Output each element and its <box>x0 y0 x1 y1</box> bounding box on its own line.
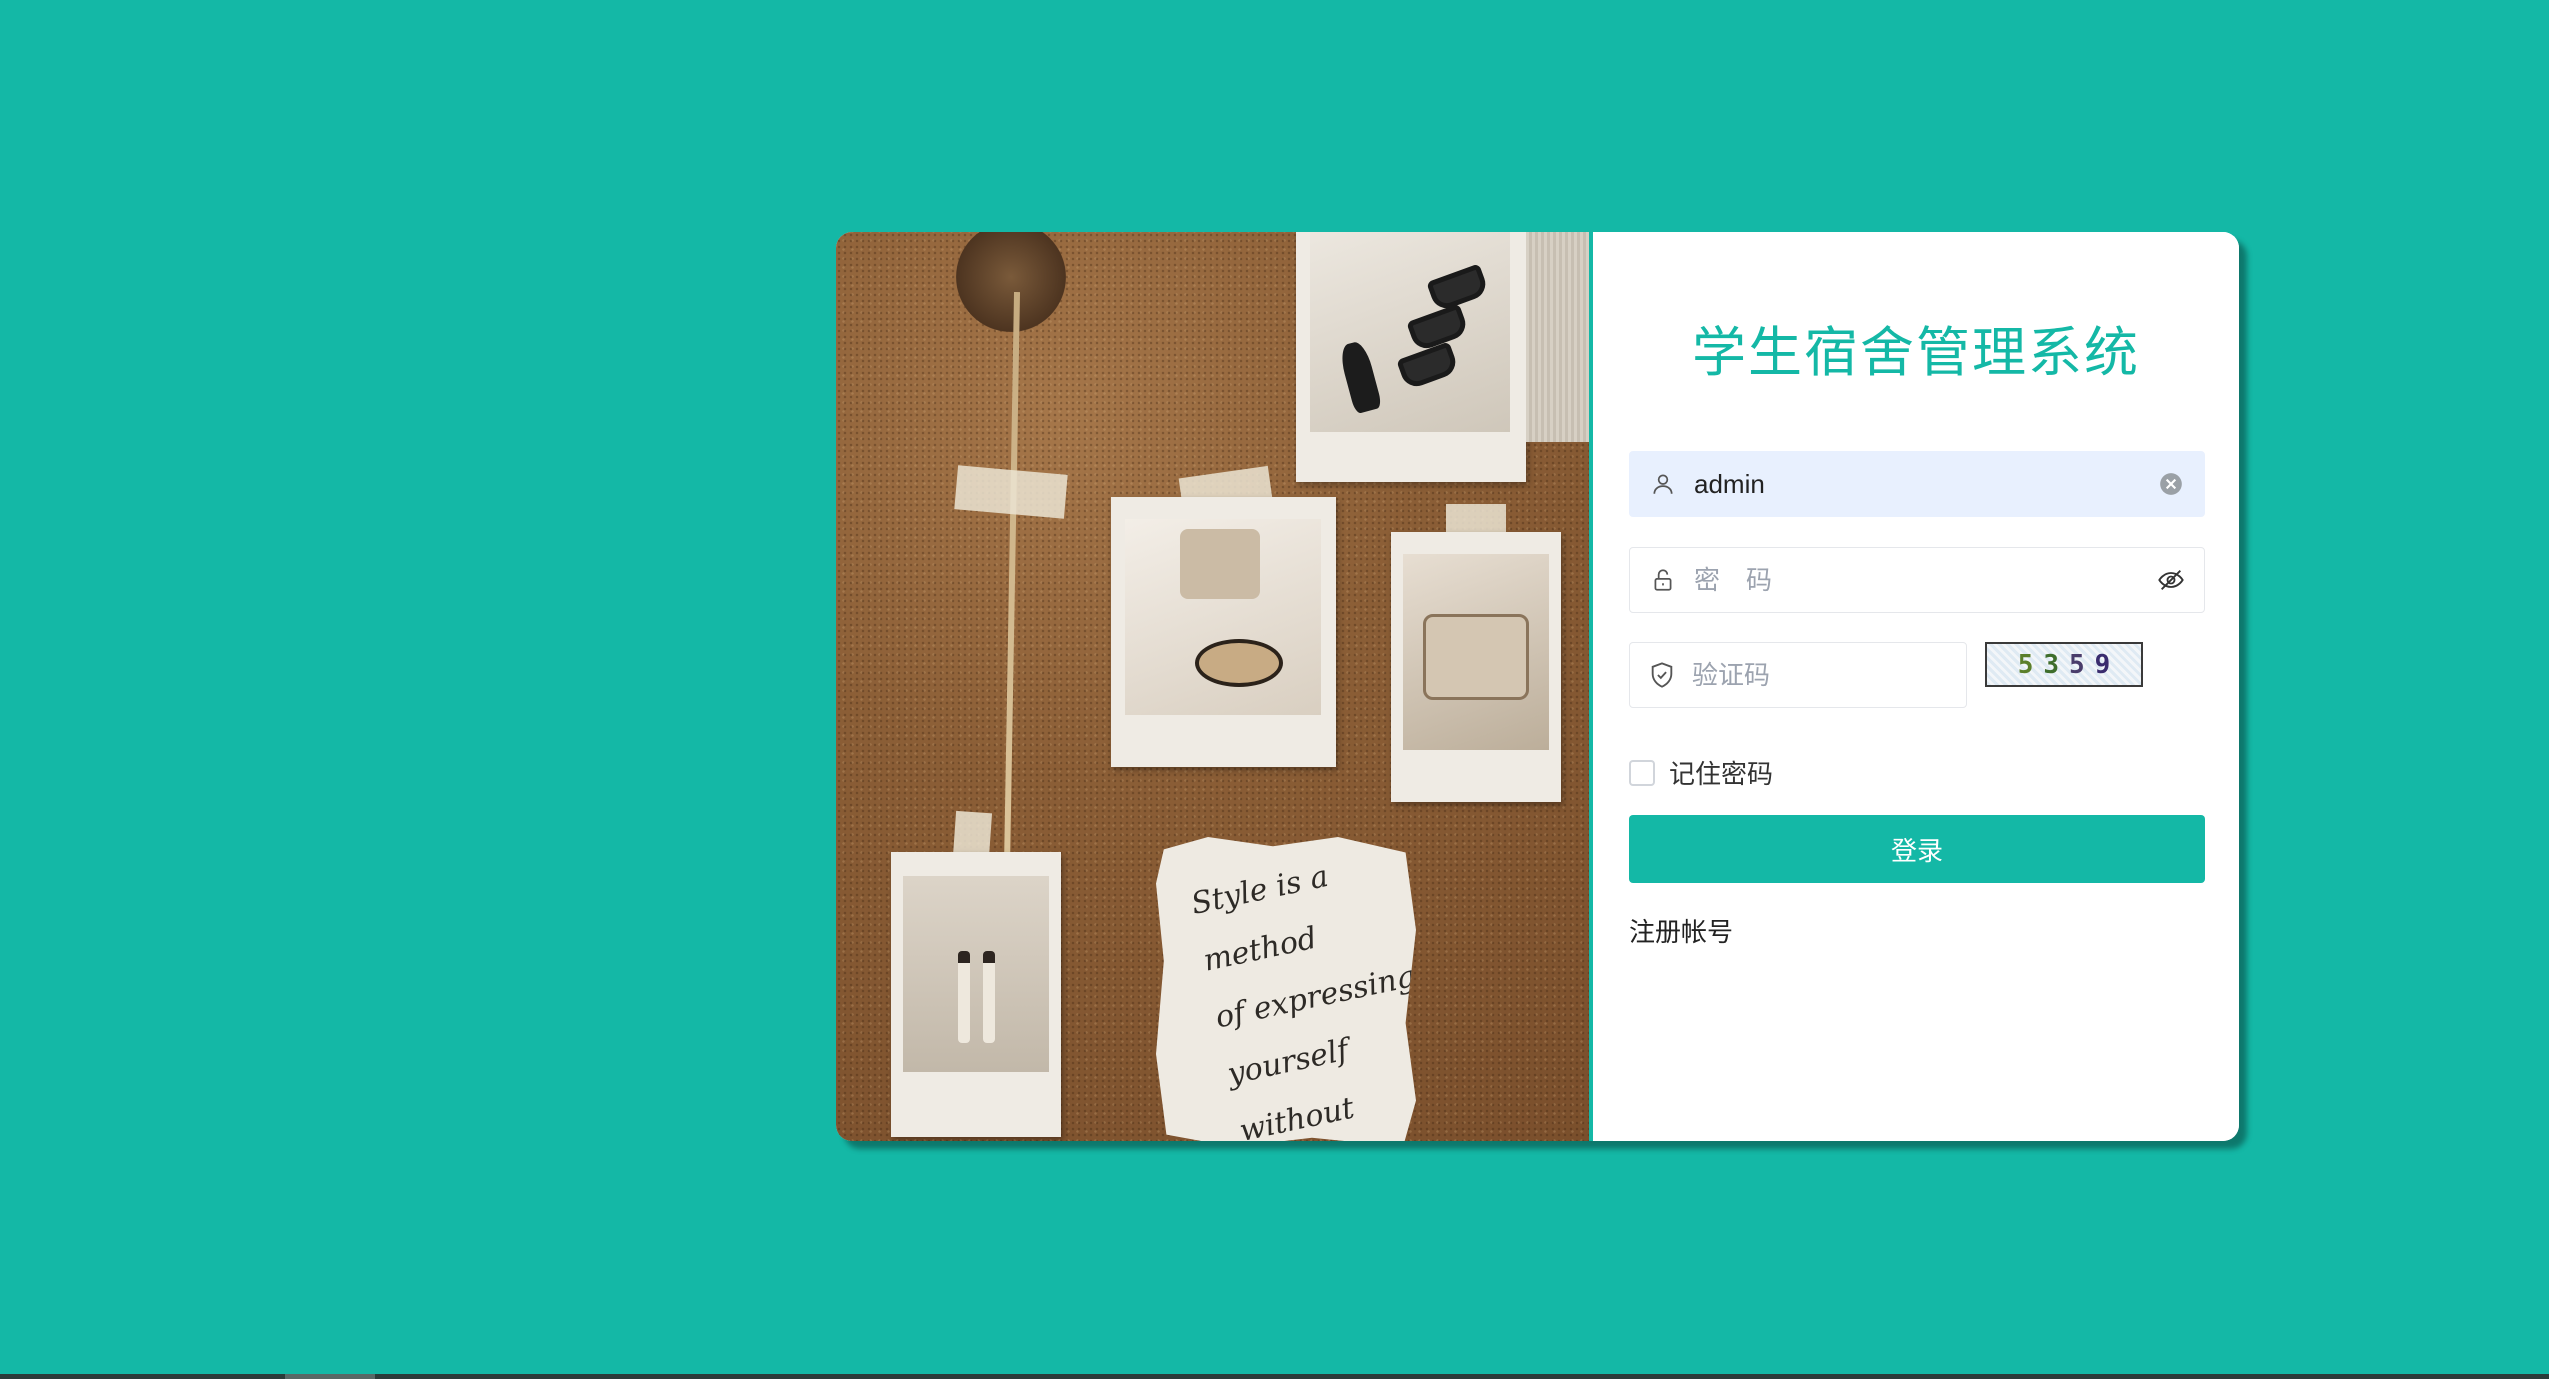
remember-checkbox[interactable] <box>1629 759 1655 786</box>
password-input[interactable] <box>1692 549 2156 611</box>
remember-password[interactable]: 记住密码 <box>1629 754 1773 791</box>
clear-icon[interactable] <box>2156 469 2186 499</box>
polaroid-sunglasses <box>1296 232 1526 482</box>
shield-check-icon <box>1648 660 1676 690</box>
lock-icon <box>1648 565 1678 595</box>
username-input[interactable] <box>1692 453 2156 515</box>
login-card: Style is a method of expressing yourself… <box>836 232 2239 1141</box>
register-link[interactable]: 注册帐号 <box>1629 912 1733 949</box>
page-title: 学生宿舍管理系统 <box>1692 321 2140 384</box>
polaroid-chair <box>1391 532 1561 802</box>
captcha-digit: 9 <box>2094 649 2111 680</box>
captcha-digit: 5 <box>2069 649 2085 680</box>
polaroid-hat <box>1111 497 1336 767</box>
username-field[interactable] <box>1629 451 2205 517</box>
captcha-image[interactable]: 5 3 5 9 <box>1985 642 2143 687</box>
cork-board-photo: Style is a method of expressing yourself… <box>836 232 1589 1141</box>
password-field[interactable] <box>1629 547 2205 613</box>
login-button[interactable]: 登录 <box>1629 815 2205 883</box>
polaroid-people <box>891 852 1061 1137</box>
captcha-input[interactable] <box>1690 644 2029 706</box>
eye-icon[interactable] <box>2156 565 2186 595</box>
captcha-field[interactable] <box>1629 642 2029 708</box>
captcha-digit: 3 <box>2043 649 2059 680</box>
captcha-digit: 5 <box>2017 649 2034 680</box>
remember-label: 记住密码 <box>1669 760 1774 790</box>
handwritten-note: Style is a method of expressing yourself… <box>1156 837 1416 1141</box>
login-form: 学生宿舍管理系统 admin 验证码 5 3 5 9 记住密码 登录 注册帐号 <box>1593 232 2239 1141</box>
user-icon <box>1648 469 1678 499</box>
bottom-bar <box>0 1374 2549 1379</box>
